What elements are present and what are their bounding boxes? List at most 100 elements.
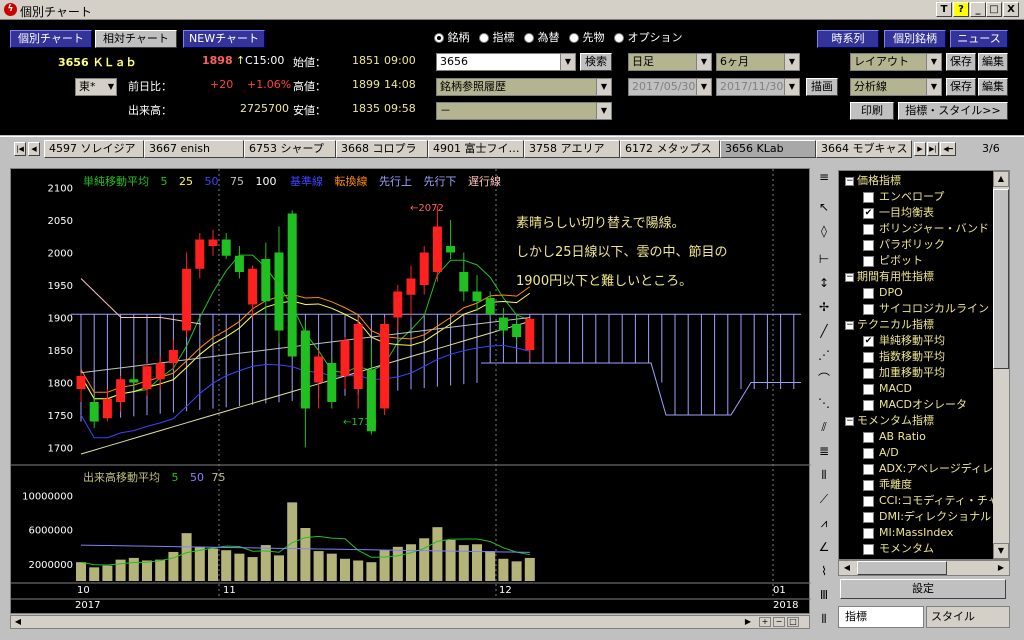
- radio-futures[interactable]: [569, 33, 579, 43]
- collapse-icon[interactable]: −: [845, 176, 854, 186]
- collapse-icon[interactable]: −: [845, 416, 854, 426]
- fit-icon[interactable]: □: [787, 617, 799, 627]
- cross-icon[interactable]: ✢: [815, 298, 833, 316]
- checkbox[interactable]: [863, 511, 874, 523]
- chart-hscroll[interactable]: ◀ ▶ + − □: [10, 615, 810, 629]
- tree-group[interactable]: − 価格指標: [845, 173, 901, 189]
- timezone-icon[interactable]: ⦀: [815, 466, 833, 484]
- analysis-edit-button[interactable]: 編集: [978, 78, 1008, 96]
- search-button[interactable]: 検索: [580, 53, 612, 71]
- chevron-down-icon[interactable]: ▼: [560, 54, 575, 70]
- chevron-down-icon[interactable]: ▼: [596, 103, 611, 119]
- last-tab-icon[interactable]: ▶|: [927, 142, 939, 156]
- settings-button[interactable]: 設定: [840, 579, 1006, 599]
- market-select[interactable]: 東* ▼: [75, 78, 117, 96]
- arc-icon[interactable]: ⌒: [815, 370, 833, 388]
- tree-item[interactable]: MACD: [863, 381, 912, 397]
- layout-save-button[interactable]: 保存: [946, 53, 976, 71]
- period-range-select[interactable]: 6ヶ月 ▼: [716, 53, 800, 71]
- date-to-select[interactable]: 2017/11/30 ▼: [716, 78, 800, 96]
- fan-icon[interactable]: ⋰: [815, 346, 833, 364]
- tree-item[interactable]: 加重移動平均: [863, 365, 945, 381]
- stock-tab[interactable]: 3758 アエリア: [524, 140, 620, 158]
- gann-icon[interactable]: ⩘: [815, 514, 833, 532]
- checkbox[interactable]: [863, 495, 874, 507]
- checkbox[interactable]: [863, 303, 874, 315]
- tree-item[interactable]: ボリンジャー・バンド: [863, 221, 989, 237]
- tree-item[interactable]: MACDオシレータ: [863, 397, 967, 413]
- checkbox[interactable]: [863, 527, 874, 539]
- stock-tab[interactable]: 4901 富士フイ…: [428, 140, 524, 158]
- stock-code-input[interactable]: 3656 ▼: [436, 53, 576, 71]
- indicator-style-button[interactable]: 指標・スタイル>>: [898, 102, 1008, 120]
- tree-scrollbar[interactable]: ▲ ▼: [993, 171, 1009, 559]
- scroll-right-icon[interactable]: ▶: [741, 616, 755, 628]
- tree-group[interactable]: − テクニカル指標: [845, 317, 934, 333]
- tree-item[interactable]: 乖離度: [863, 477, 912, 493]
- checkbox[interactable]: ✔: [863, 335, 874, 347]
- checkbox[interactable]: [863, 463, 874, 475]
- minimize-button[interactable]: _: [970, 2, 986, 17]
- third-select[interactable]: － ▼: [436, 102, 612, 120]
- layout-select[interactable]: レイアウト ▼: [850, 53, 942, 71]
- stock-tab[interactable]: 3664 モブキャス: [816, 140, 912, 158]
- pointer-icon[interactable]: ↖: [815, 198, 833, 216]
- checkbox[interactable]: [863, 399, 874, 411]
- draw-button[interactable]: 描画: [806, 78, 838, 96]
- tree-item[interactable]: MI:MassIndex: [863, 525, 953, 541]
- period-type-select[interactable]: 日足 ▼: [628, 53, 712, 71]
- tree-item[interactable]: ADX:アベレージディレ: [863, 461, 993, 477]
- stock-info-button[interactable]: 個別銘柄: [884, 30, 946, 48]
- panel-hscroll[interactable]: ◀ ▶: [838, 560, 1010, 576]
- checkbox[interactable]: [863, 447, 874, 459]
- chevron-down-icon[interactable]: ▼: [926, 54, 941, 70]
- tree-item[interactable]: モメンタム: [863, 541, 934, 557]
- tree-item[interactable]: CCI:コモディティ・チャ: [863, 493, 993, 509]
- tree-group[interactable]: − モメンタム指標: [845, 413, 934, 429]
- radio-fx[interactable]: [524, 33, 534, 43]
- text-mode-button[interactable]: T: [936, 2, 952, 17]
- tree-item[interactable]: DMI:ディレクショナル: [863, 509, 991, 525]
- ray-icon[interactable]: ⟋: [815, 490, 833, 508]
- retracement-icon[interactable]: ≣: [815, 442, 833, 460]
- prev-tab-icon[interactable]: ◀: [28, 142, 40, 156]
- tree-item[interactable]: エンベロープ: [863, 189, 944, 205]
- checkbox[interactable]: [863, 351, 874, 363]
- stock-tab[interactable]: 4597 ソレイジア: [44, 140, 144, 158]
- fib-icon[interactable]: ⋱: [815, 394, 833, 412]
- maximize-button[interactable]: □: [986, 2, 1002, 17]
- tab-style[interactable]: スタイル: [926, 606, 1010, 628]
- cycle-icon[interactable]: ⌇: [815, 562, 833, 580]
- tree-item[interactable]: 指数移動平均: [863, 349, 945, 365]
- tab-individual-chart[interactable]: 個別チャート: [10, 30, 92, 48]
- chevron-down-icon[interactable]: ▼: [784, 79, 799, 95]
- close-button[interactable]: X: [1003, 2, 1019, 17]
- tree-item[interactable]: パラボリック: [863, 237, 945, 253]
- date-from-select[interactable]: 2017/05/30 ▼: [628, 78, 712, 96]
- tree-item[interactable]: ✔ 単純移動平均: [863, 333, 945, 349]
- radio-index[interactable]: [479, 33, 489, 43]
- trendline-icon[interactable]: ╱: [815, 322, 833, 340]
- tree-item[interactable]: ピボット: [863, 253, 923, 269]
- angle-icon[interactable]: ∠: [815, 538, 833, 556]
- chevron-down-icon[interactable]: ▼: [696, 54, 711, 70]
- text-icon[interactable]: Ⅲ: [815, 586, 833, 604]
- scroll-up-icon[interactable]: ▲: [993, 171, 1009, 187]
- zoom-out-icon[interactable]: −: [773, 617, 785, 627]
- tree-item[interactable]: AB Ratio: [863, 429, 926, 445]
- tree-item[interactable]: DPO: [863, 285, 903, 301]
- tab-new-chart[interactable]: NEWチャート: [183, 30, 265, 48]
- first-tab-icon[interactable]: |◀: [14, 142, 26, 156]
- checkbox[interactable]: [863, 479, 874, 491]
- back-icon[interactable]: ◀━: [940, 142, 956, 156]
- help-button[interactable]: ?: [953, 2, 969, 17]
- layout-edit-button[interactable]: 編集: [978, 53, 1008, 71]
- scroll-left-icon[interactable]: ◀: [839, 561, 855, 575]
- checkbox[interactable]: [863, 223, 874, 235]
- chevron-down-icon[interactable]: ▼: [926, 79, 941, 95]
- checkbox[interactable]: [863, 543, 874, 555]
- checkbox[interactable]: [863, 191, 874, 203]
- checkbox[interactable]: [863, 287, 874, 299]
- zoom-in-icon[interactable]: +: [759, 617, 771, 627]
- radio-options[interactable]: [614, 33, 624, 43]
